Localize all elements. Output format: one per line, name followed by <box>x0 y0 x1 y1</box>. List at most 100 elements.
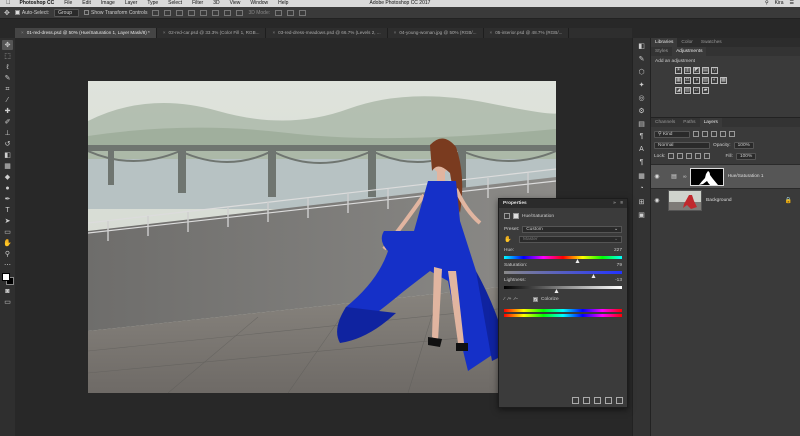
3d-icon[interactable]: ⬡ <box>636 66 648 77</box>
move-tool-icon[interactable]: ✥ <box>2 40 13 50</box>
menu-image[interactable]: Image <box>96 0 120 7</box>
lock-all-icon[interactable] <box>704 153 711 159</box>
opacity-input[interactable]: 100% <box>733 141 754 149</box>
lightness-slider[interactable] <box>504 286 622 293</box>
hue-value[interactable]: 227 <box>614 248 622 254</box>
threshold-icon[interactable]: ▱ <box>693 87 700 94</box>
lasso-tool-icon[interactable]: ℓ <box>2 62 13 72</box>
shape-tool-icon[interactable]: ▭ <box>2 227 13 237</box>
notification-icon[interactable]: ☰ <box>790 0 794 7</box>
lightness-value[interactable]: -13 <box>615 278 622 284</box>
curves-icon[interactable]: ◩ <box>693 67 700 74</box>
paragraph-icon[interactable]: ¶ <box>636 131 648 142</box>
delete-icon[interactable] <box>616 397 623 404</box>
align-top-icon[interactable] <box>152 9 160 16</box>
quick-mask-icon[interactable]: ◙ <box>2 286 13 296</box>
brightness-contrast-icon[interactable]: ☀ <box>675 67 682 74</box>
eyedropper-tool-icon[interactable]: ⁄ <box>2 95 13 105</box>
hue-slider[interactable] <box>504 256 622 263</box>
menu-layer[interactable]: Layer <box>120 0 143 7</box>
align-center-icon[interactable] <box>200 9 208 16</box>
menu-help[interactable]: Help <box>273 0 293 7</box>
tab-color[interactable]: Color <box>677 38 696 47</box>
libraries-icon[interactable]: ▣ <box>636 209 648 220</box>
black-white-icon[interactable]: ◑ <box>693 77 700 84</box>
tab-04-young-woman[interactable]: × 04-young-woman.jpg @ 50% (RGB/... <box>388 28 484 38</box>
close-icon[interactable]: × <box>394 30 397 35</box>
tab-05-interior[interactable]: × 05-interior.psd @ 48.7% (RGB/... <box>484 28 570 38</box>
tab-libraries[interactable]: Libraries <box>651 38 678 47</box>
exposure-icon[interactable]: ▤ <box>702 67 709 74</box>
lock-artboard-icon[interactable] <box>695 153 702 159</box>
align-left-icon[interactable] <box>188 9 196 16</box>
gradient-map-icon[interactable]: ▰ <box>702 87 709 94</box>
layer-name[interactable]: Background <box>706 198 732 203</box>
tab-paths[interactable]: Paths <box>679 118 699 127</box>
layer-name[interactable]: Hue/Saturation 1 <box>728 174 764 179</box>
filter-smart-icon[interactable] <box>729 131 735 137</box>
saturation-value[interactable]: 79 <box>617 263 622 269</box>
posterize-icon[interactable]: ▨ <box>684 87 691 94</box>
layer-background[interactable]: ◉ Background 🔒 <box>651 188 800 212</box>
align-right-icon[interactable] <box>212 9 220 16</box>
eyedropper-minus-icon[interactable]: ⁄− <box>514 297 518 302</box>
filter-pixel-icon[interactable] <box>693 131 699 137</box>
zoom-tool-icon[interactable]: ⚲ <box>2 249 13 259</box>
properties-header[interactable]: Properties » ≡ <box>499 199 627 208</box>
hue-saturation-icon[interactable]: ▦ <box>675 77 682 84</box>
settings-icon[interactable]: ⚙ <box>636 105 648 116</box>
menu-view[interactable]: View <box>225 0 246 7</box>
invert-icon[interactable]: ◪ <box>675 87 682 94</box>
history-brush-tool-icon[interactable]: ↺ <box>2 139 13 149</box>
brush-settings-icon[interactable]: ✎ <box>636 53 648 64</box>
color-balance-icon[interactable]: ⚖ <box>684 77 691 84</box>
menu-type[interactable]: Type <box>142 0 163 7</box>
eraser-tool-icon[interactable]: ◧ <box>2 150 13 160</box>
vibrance-icon[interactable]: ▽ <box>711 67 718 74</box>
dodge-tool-icon[interactable]: ● <box>2 183 13 193</box>
lock-position-icon[interactable] <box>686 153 693 159</box>
filter-adjustment-icon[interactable] <box>702 131 708 137</box>
brush-tool-icon[interactable]: ✐ <box>2 117 13 127</box>
pen-tool-icon[interactable]: ✒ <box>2 194 13 204</box>
foreground-color[interactable] <box>1 273 10 281</box>
3d-pan-icon[interactable] <box>299 9 307 16</box>
hand-tool-icon[interactable]: ✋ <box>2 238 13 248</box>
visibility-eye-icon[interactable]: ◉ <box>651 197 663 204</box>
menu-filter[interactable]: Filter <box>187 0 208 7</box>
3d-rotate-icon[interactable] <box>275 9 283 16</box>
tab-channels[interactable]: Channels <box>651 118 679 127</box>
lightness-slider-thumb[interactable] <box>554 289 559 293</box>
color-lookup-icon[interactable]: ▩ <box>720 77 727 84</box>
hue-slider-thumb[interactable] <box>575 259 580 263</box>
clone-stamp-tool-icon[interactable]: ⊥ <box>2 128 13 138</box>
auto-select-dropdown[interactable]: Group <box>54 8 80 17</box>
show-transform-checkbox[interactable]: Show Transform Controls <box>84 10 147 16</box>
view-previous-icon[interactable] <box>583 397 590 404</box>
tab-layers[interactable]: Layers <box>699 118 722 127</box>
filter-type-icon[interactable] <box>711 131 717 137</box>
healing-tool-icon[interactable]: ✚ <box>2 106 13 116</box>
user-name[interactable]: Kira <box>775 0 784 7</box>
blend-mode-dropdown[interactable]: Normal <box>654 141 710 149</box>
gradient-tool-icon[interactable]: ▦ <box>2 161 13 171</box>
targeted-adjustment-icon[interactable]: ✋ <box>504 236 516 243</box>
visibility-eye-icon[interactable]: ◉ <box>651 173 663 180</box>
history-icon[interactable]: ◧ <box>636 40 648 51</box>
edit-toolbar-icon[interactable]: ⋯ <box>2 260 13 270</box>
distribute-h-icon[interactable] <box>236 9 244 16</box>
align-middle-icon[interactable] <box>164 9 172 16</box>
screen-mode-icon[interactable]: ▭ <box>2 297 13 307</box>
align-bottom-icon[interactable] <box>176 9 184 16</box>
marquee-tool-icon[interactable]: ⬚ <box>2 51 13 61</box>
blur-tool-icon[interactable]: ◆ <box>2 172 13 182</box>
menu-photoshop[interactable]: Photoshop CC <box>15 0 60 7</box>
navigator-icon[interactable]: ◎ <box>636 92 648 103</box>
chain-link-icon[interactable]: ∞ <box>683 174 687 180</box>
levels-icon[interactable]: ▥ <box>684 67 691 74</box>
mask-icon[interactable] <box>513 213 519 219</box>
spotlight-icon[interactable]: ⚲ <box>765 0 769 7</box>
tab-02-red-car[interactable]: × 02-red-car.psd @ 33.3% (Color Fill 1, R… <box>157 28 267 38</box>
close-icon[interactable]: × <box>490 30 493 35</box>
preset-dropdown[interactable]: Custom ⌄ <box>522 225 622 233</box>
